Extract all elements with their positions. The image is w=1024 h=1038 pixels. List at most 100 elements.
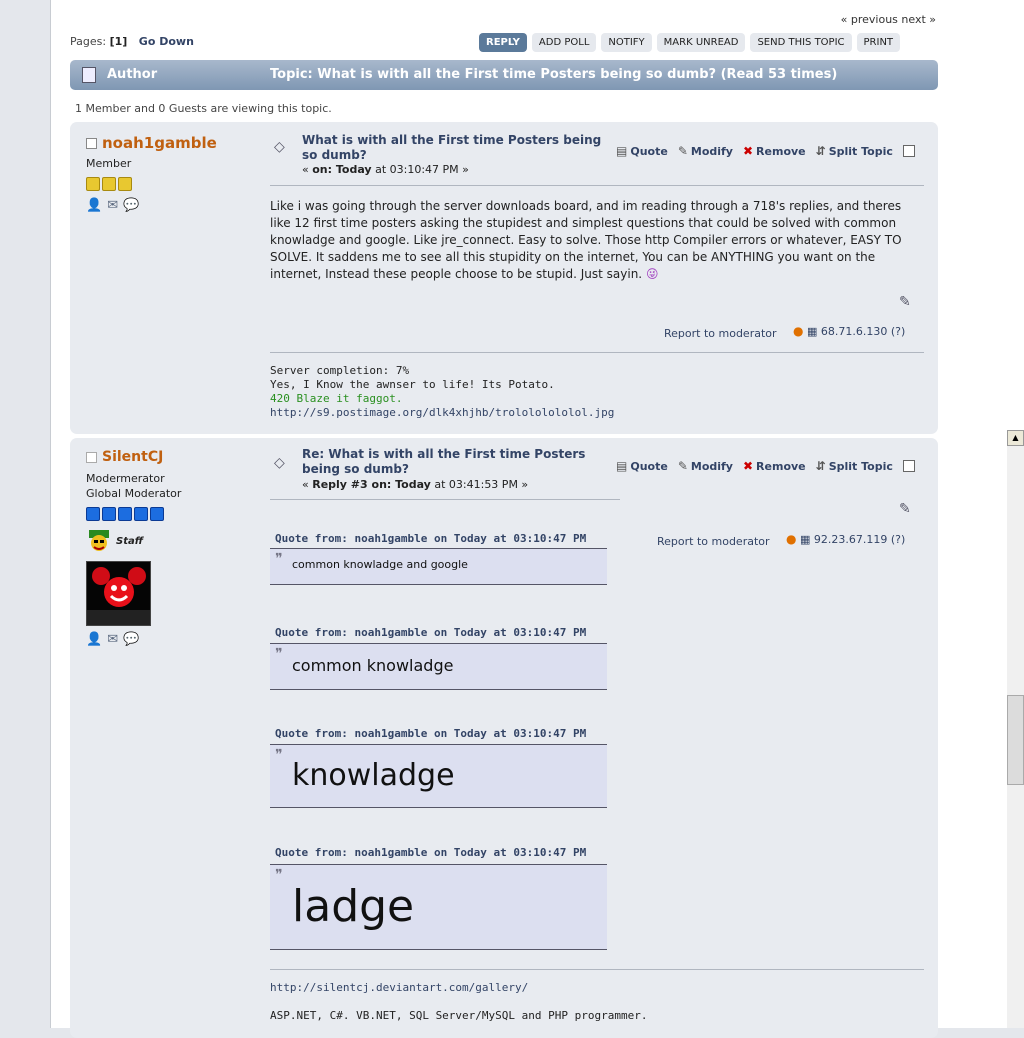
email-icon[interactable]: ✉ [107, 632, 118, 647]
modify-button[interactable]: ✎ Modify [678, 459, 733, 473]
quote-header: Quote from: noah1gamble on Today at 03:1… [275, 727, 587, 740]
email-icon[interactable]: ✉ [107, 198, 118, 213]
topic-buttons: REPLY ADD POLL NOTIFY MARK UNREAD SEND T… [479, 33, 901, 52]
post-2-signature: http://silentcj.deviantart.com/gallery/ … [270, 981, 648, 1022]
signature-link[interactable]: http://s9.postimage.org/dlk4xhjhb/trolol… [270, 406, 614, 420]
send-topic-button[interactable]: SEND THIS TOPIC [750, 33, 852, 52]
right-gutter [958, 0, 996, 1028]
quote-block-3: Quote from: noah1gamble on Today at 03:1… [270, 727, 607, 812]
quote-body: ❞ ladge [270, 864, 607, 950]
quick-quote-icon[interactable]: ✎ [899, 501, 911, 517]
profile-icon[interactable]: 👤 [86, 632, 102, 647]
post-2-ip[interactable]: ● ▦ 92.23.67.119 (?) [786, 532, 905, 546]
print-button[interactable]: PRINT [856, 33, 901, 52]
viewing-info: 1 Member and 0 Guests are viewing this t… [75, 102, 332, 115]
star-icon [118, 177, 132, 191]
star-icon [118, 507, 132, 521]
split-icon: ⇵ [815, 144, 826, 158]
quote-button[interactable]: ▤ Quote [616, 144, 668, 158]
signature-link[interactable]: http://silentcj.deviantart.com/gallery/ [270, 981, 648, 995]
post-2-actions: ▤ Quote ✎ Modify ✖ Remove ⇵ Split Topic [616, 459, 915, 473]
topic-title: Topic: What is with all the First time P… [270, 67, 838, 82]
wink-smiley-icon: 😜 [645, 267, 659, 281]
select-post-checkbox[interactable] [902, 460, 915, 472]
post-2-stars [86, 507, 166, 524]
mark-unread-button[interactable]: MARK UNREAD [656, 33, 746, 52]
quick-quote-icon[interactable]: ✎ [899, 294, 911, 310]
warning-icon: ● [786, 532, 797, 546]
quote-mark-icon: ❞ [275, 867, 283, 883]
scroll-up-button[interactable]: ▲ [1007, 430, 1024, 446]
notify-button[interactable]: NOTIFY [601, 33, 652, 52]
star-icon [102, 507, 116, 521]
post-1-stars [86, 177, 134, 194]
post-2: SilentCJ Modermerator Global Moderator S… [70, 438, 938, 1038]
remove-button[interactable]: ✖ Remove [743, 144, 806, 158]
split-topic-button[interactable]: ⇵ Split Topic [816, 144, 893, 158]
profile-icon[interactable]: 👤 [86, 198, 102, 213]
go-down-link[interactable]: Go Down [139, 35, 194, 48]
pagination: Pages: [1] Go Down [70, 35, 194, 48]
topic-file-icon [82, 67, 96, 83]
topic-header-bar: Author Topic: What is with all the First… [70, 60, 938, 90]
prev-next-links[interactable]: « previous next » [841, 13, 936, 26]
post-2-member-icons: 👤 ✉ 💬 [86, 632, 139, 647]
offline-status-icon [86, 451, 97, 463]
modify-icon: ✎ [677, 459, 688, 473]
report-to-moderator-link[interactable]: Report to moderator [664, 327, 777, 340]
ip-icon: ▦ [806, 325, 818, 338]
post-1-body: Like i was going through the server down… [270, 199, 902, 281]
quote-header: Quote from: noah1gamble on Today at 03:1… [275, 846, 587, 859]
post-1-rank: Member [86, 157, 132, 170]
select-post-checkbox[interactable] [902, 145, 915, 157]
quote-block-2: Quote from: noah1gamble on Today at 03:1… [270, 626, 607, 696]
post-2-title[interactable]: Re: What is with all the First time Post… [302, 447, 585, 477]
quote-icon: ▤ [616, 459, 628, 473]
pages-label: Pages: [70, 35, 107, 48]
post-2-group: Global Moderator [86, 487, 182, 500]
quote-button[interactable]: ▤ Quote [616, 459, 668, 473]
avatar [86, 561, 151, 626]
split-icon: ⇵ [815, 459, 826, 473]
quote-body: ❞ common knowladge and google [270, 548, 607, 585]
warning-icon: ● [793, 324, 804, 338]
offline-status-icon [86, 138, 97, 149]
reply-button[interactable]: REPLY [479, 33, 527, 52]
divider [270, 499, 620, 500]
signature-divider [270, 969, 924, 970]
pm-icon[interactable]: 💬 [123, 632, 139, 647]
post-1-date: « on: Today at 03:10:47 PM » [302, 163, 469, 176]
modify-button[interactable]: ✎ Modify [678, 144, 733, 158]
remove-button[interactable]: ✖ Remove [743, 459, 806, 473]
post-1-username[interactable]: noah1gamble [86, 134, 217, 152]
post-2-rank: Modermerator [86, 472, 165, 485]
star-icon [86, 177, 100, 191]
divider [270, 185, 924, 186]
post-1-ip[interactable]: ● ▦ 68.71.6.130 (?) [793, 324, 905, 338]
author-column-label: Author [107, 67, 158, 82]
post-1-signature: Server completion: 7% Yes, I Know the aw… [270, 364, 615, 420]
scrollbar[interactable]: ▲ [996, 0, 1024, 1028]
quote-body: ❞ knowladge [270, 744, 607, 808]
add-poll-button[interactable]: ADD POLL [531, 33, 597, 52]
modify-icon: ✎ [677, 144, 688, 158]
quote-body: ❞ common knowladge [270, 643, 607, 690]
post-icon: ◇ [274, 455, 285, 471]
post-1-member-icons: 👤 ✉ 💬 [86, 198, 139, 213]
split-topic-button[interactable]: ⇵ Split Topic [816, 459, 893, 473]
remove-icon: ✖ [742, 459, 754, 473]
scrollbar-thumb[interactable] [1007, 695, 1024, 785]
signature-divider [270, 352, 924, 353]
post-2-username[interactable]: SilentCJ [86, 449, 163, 465]
quote-block-1: Quote from: noah1gamble on Today at 03:1… [270, 532, 607, 592]
post-1-actions: ▤ Quote ✎ Modify ✖ Remove ⇵ Split Topic [616, 144, 915, 158]
star-icon [150, 507, 164, 521]
quote-header: Quote from: noah1gamble on Today at 03:1… [275, 626, 587, 639]
quote-mark-icon: ❞ [275, 747, 283, 763]
staff-mascot-icon [89, 530, 109, 551]
star-icon [134, 507, 148, 521]
report-to-moderator-link[interactable]: Report to moderator [657, 535, 770, 548]
star-icon [86, 507, 100, 521]
pm-icon[interactable]: 💬 [123, 198, 139, 213]
post-1-title[interactable]: What is with all the First time Posters … [302, 133, 601, 163]
